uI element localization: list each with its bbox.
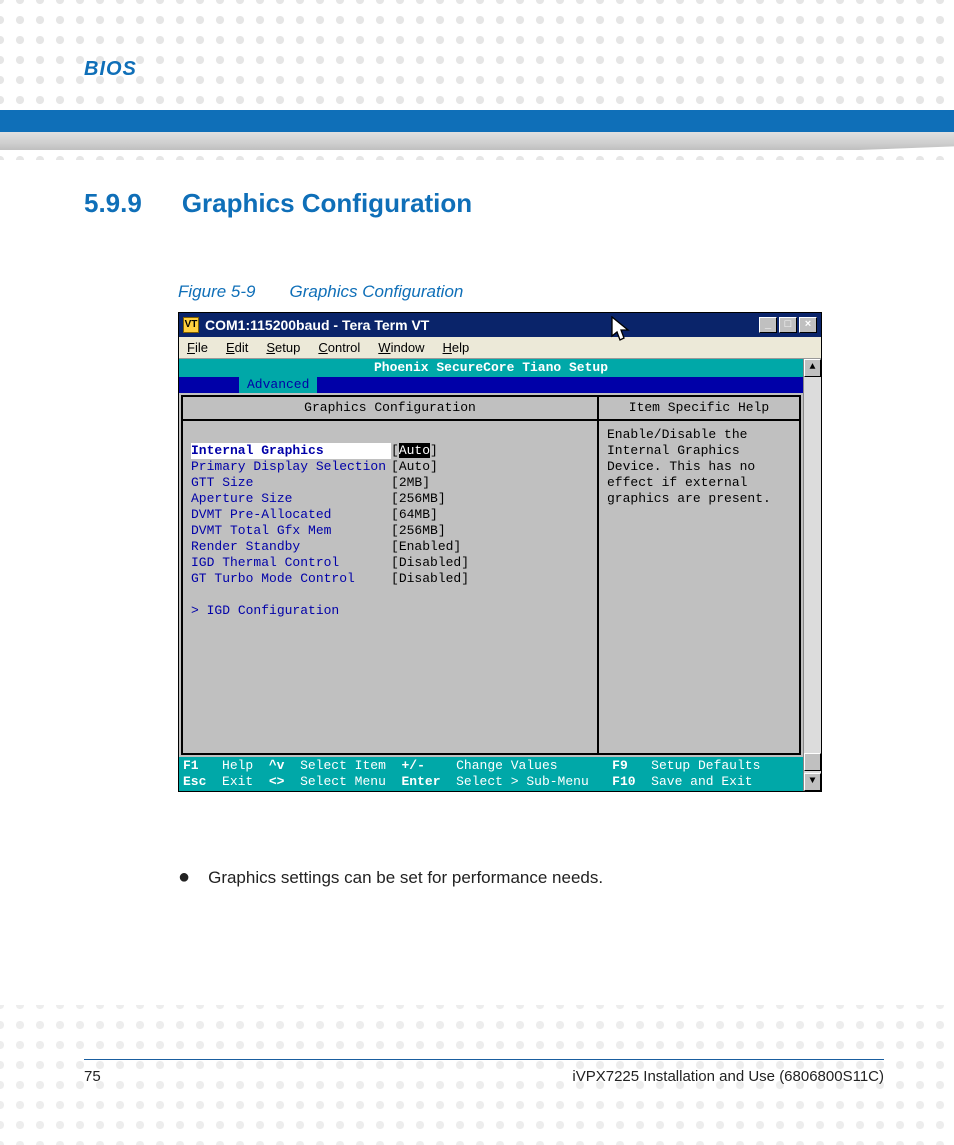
bios-option-label: Internal Graphics: [191, 443, 391, 459]
bullet-text: Graphics settings can be set for perform…: [208, 868, 603, 888]
bios-submenu[interactable]: > IGD Configuration: [191, 603, 589, 619]
menu-bar: File Edit Setup Control Window Help: [179, 337, 821, 359]
bios-tab-advanced[interactable]: Advanced: [239, 377, 317, 393]
bios-panel-right: Item Specific Help Enable/Disable the In…: [599, 397, 799, 753]
section-heading: 5.9.9 Graphics Configuration: [84, 188, 472, 219]
section-title: Graphics Configuration: [182, 188, 472, 219]
scroll-down-button[interactable]: ▼: [804, 773, 821, 791]
header-blue-bar: [0, 110, 954, 132]
teraterm-window: VT COM1:115200baud - Tera Term VT _ □ × …: [178, 312, 822, 792]
figure-label: Figure 5-9: [178, 282, 255, 302]
bios-panel-right-head: Item Specific Help: [599, 397, 799, 421]
bios-option-row[interactable]: Aperture Size[256MB]: [191, 491, 589, 507]
bios-header-label: BIOS: [84, 58, 137, 81]
doc-title: iVPX7225 Installation and Use (6806800S1…: [572, 1068, 884, 1085]
page-footer: 75 iVPX7225 Installation and Use (680680…: [84, 1059, 884, 1085]
mouse-cursor-icon: [610, 316, 632, 344]
page-number: 75: [84, 1068, 101, 1085]
bullet-dot-icon: ●: [178, 868, 190, 888]
bullet-note: ● Graphics settings can be set for perfo…: [178, 868, 603, 888]
section-number: 5.9.9: [84, 188, 142, 219]
bios-help-text: Enable/Disable the Internal Graphics Dev…: [599, 421, 799, 513]
menu-window[interactable]: Window: [378, 340, 424, 355]
figure-caption: Figure 5-9 Graphics Configuration: [178, 282, 463, 302]
close-button[interactable]: ×: [799, 317, 817, 333]
bios-option-row[interactable]: Render Standby[Enabled]: [191, 539, 589, 555]
menu-setup[interactable]: Setup: [266, 340, 300, 355]
bios-options-list: Internal Graphics [Auto] Primary Display…: [183, 421, 597, 625]
bios-panel-left: Graphics Configuration Internal Graphics…: [183, 397, 599, 753]
bios-panel-left-head: Graphics Configuration: [183, 397, 597, 421]
bios-option-row[interactable]: Primary Display Selection[Auto]: [191, 459, 589, 475]
bios-option-row[interactable]: Internal Graphics [Auto]: [191, 443, 589, 459]
scroll-up-button[interactable]: ▲: [804, 359, 821, 377]
window-title: COM1:115200baud - Tera Term VT: [205, 317, 753, 333]
header-gray-bar: [0, 132, 954, 150]
app-icon: VT: [183, 317, 199, 333]
bios-setup-title: Phoenix SecureCore Tiano Setup: [179, 359, 803, 377]
terminal-area: Phoenix SecureCore Tiano Setup Advanced …: [179, 359, 821, 791]
bios-panel: Graphics Configuration Internal Graphics…: [181, 395, 801, 755]
bios-footer: F1 Help ^v Select Item +/- Change Values…: [179, 757, 803, 791]
bios-tab-row: Advanced: [179, 377, 803, 393]
window-titlebar[interactable]: VT COM1:115200baud - Tera Term VT _ □ ×: [179, 313, 821, 337]
bios-option-value: Auto: [399, 443, 430, 458]
scroll-thumb[interactable]: [804, 753, 821, 771]
menu-edit[interactable]: Edit: [226, 340, 248, 355]
bios-option-row[interactable]: DVMT Pre-Allocated[64MB]: [191, 507, 589, 523]
bios-option-row[interactable]: IGD Thermal Control[Disabled]: [191, 555, 589, 571]
menu-file[interactable]: File: [187, 340, 208, 355]
maximize-button[interactable]: □: [779, 317, 797, 333]
bios-option-row[interactable]: GT Turbo Mode Control[Disabled]: [191, 571, 589, 587]
bios-option-row[interactable]: GTT Size[2MB]: [191, 475, 589, 491]
vertical-scrollbar[interactable]: ▲ ▼: [803, 359, 821, 791]
menu-control[interactable]: Control: [318, 340, 360, 355]
figure-title: Graphics Configuration: [289, 282, 463, 302]
minimize-button[interactable]: _: [759, 317, 777, 333]
menu-help[interactable]: Help: [443, 340, 470, 355]
bios-option-row[interactable]: DVMT Total Gfx Mem[256MB]: [191, 523, 589, 539]
